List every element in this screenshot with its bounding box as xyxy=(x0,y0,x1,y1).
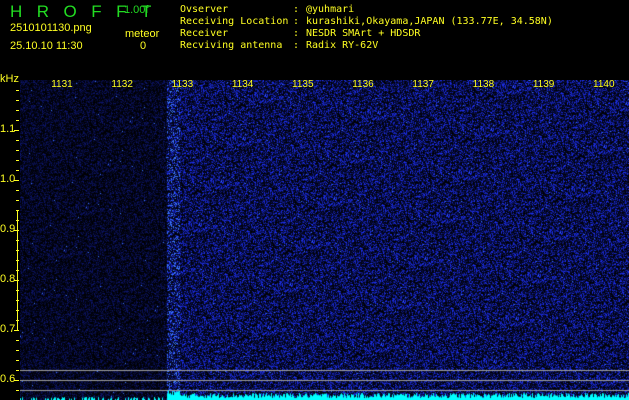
y-tick-label: 0.8 xyxy=(0,273,16,285)
x-tick-label: 1138 xyxy=(472,79,495,90)
y-tick xyxy=(16,100,19,101)
y-tick xyxy=(16,340,19,341)
y-tick xyxy=(14,180,19,181)
y-tick xyxy=(14,130,19,131)
y-axis-marker xyxy=(17,210,18,330)
info-value: NESDR SMArt + HDSDR xyxy=(306,28,421,39)
x-tick-label: 1131 xyxy=(51,79,73,90)
info-label: Recviving antenna xyxy=(180,40,283,51)
y-tick-label: 1.0 xyxy=(0,173,16,185)
y-tick xyxy=(16,120,19,121)
y-tick xyxy=(16,140,19,141)
y-tick xyxy=(16,370,19,371)
x-tick-label: 1139 xyxy=(532,79,555,90)
info-label: Receiving Location xyxy=(180,16,289,27)
y-tick xyxy=(16,110,19,111)
y-tick xyxy=(16,160,19,161)
y-tick-label: 1.1 xyxy=(0,123,16,135)
y-tick xyxy=(16,150,19,151)
x-tick-label: 1134 xyxy=(231,79,254,90)
y-tick-label: 0.6 xyxy=(0,373,16,385)
info-values: @yuhmari kurashiki,Okayama,JAPAN (133.77E… xyxy=(306,4,553,52)
x-tick-label: 1137 xyxy=(412,79,434,90)
x-tick-label: 1140 xyxy=(593,79,615,90)
filename: 2510101130.png xyxy=(10,22,92,34)
info-label: Receiver xyxy=(180,28,229,39)
info-value: Radix RY-62V xyxy=(306,40,379,51)
x-tick-label: 1133 xyxy=(171,79,194,90)
meteor-count: 0 xyxy=(140,40,147,52)
y-tick xyxy=(16,90,19,91)
info-label: Ovserver xyxy=(180,4,229,15)
y-tick-label: 0.7 xyxy=(0,323,16,335)
info-value: kurashiki,Okayama,JAPAN (133.77E, 34.58N… xyxy=(306,16,553,27)
y-tick xyxy=(16,170,19,171)
y-tick xyxy=(16,190,19,191)
y-tick xyxy=(14,380,19,381)
info-labels: Ovserver Receiving Location Receiver Recviv… xyxy=(180,4,288,52)
y-tick-label: 0.9 xyxy=(0,223,16,235)
info-value: @yuhmari xyxy=(306,4,355,15)
datetime: 25.10.10 11:30 xyxy=(10,40,83,52)
y-tick xyxy=(16,200,19,201)
y-tick xyxy=(16,390,19,391)
y-tick xyxy=(16,350,19,351)
x-tick-label: 1136 xyxy=(352,79,374,90)
meteor-label: meteor xyxy=(125,28,160,40)
spectrogram xyxy=(20,80,629,400)
info-colons: :::: xyxy=(293,4,300,51)
y-tick xyxy=(16,360,19,361)
y-unit: kHz xyxy=(0,73,19,85)
x-tick-label: 1135 xyxy=(292,79,314,90)
x-tick-label: 1132 xyxy=(111,79,133,90)
y-tick xyxy=(14,330,19,331)
version: 1.00f xyxy=(124,4,149,16)
